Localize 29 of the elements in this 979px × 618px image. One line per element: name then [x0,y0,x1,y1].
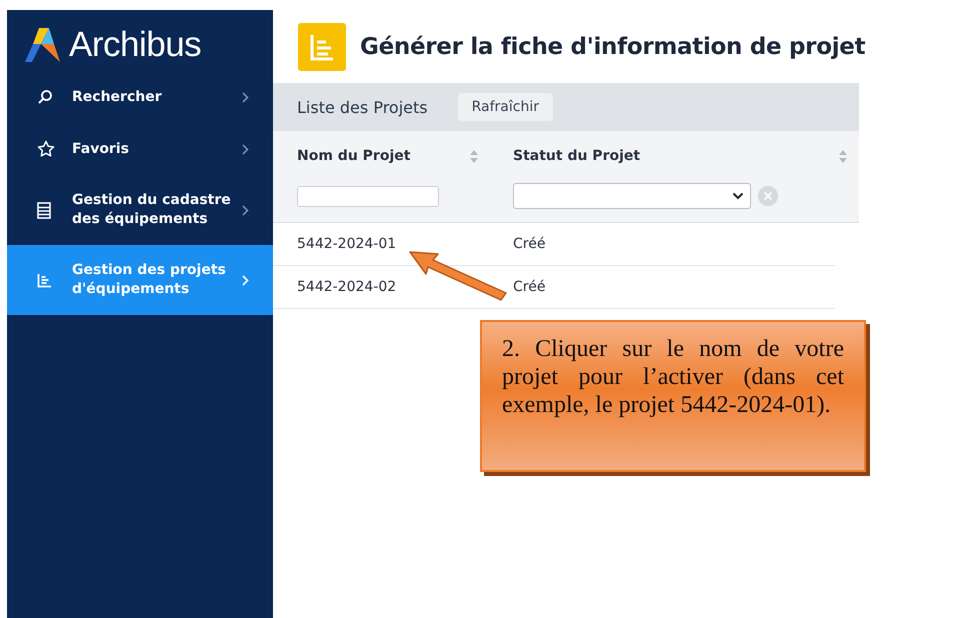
project-name-link[interactable]: 5442-2024-01 [297,236,513,252]
chevron-icon [242,144,249,154]
star-icon [37,140,55,158]
page-title: Générer la fiche d'information de projet [360,34,866,60]
cabinet-icon [37,202,51,218]
panel-title: Liste des Projets [297,98,428,116]
logo-icon [25,26,63,64]
refresh-button[interactable]: Rafraîchir [458,93,553,121]
sidebar-item[interactable]: Rechercher [7,71,273,123]
sidebar-item[interactable]: Gestion du cadastre des équipements [7,175,273,245]
column-header: Nom du Projet [297,148,410,164]
chart-icon [37,272,52,288]
filter-field[interactable] [297,186,439,206]
chevron-icon [242,274,249,286]
column-header: Statut du Projet [513,148,640,164]
sort-icon[interactable] [469,148,479,164]
caret-icon [732,192,744,200]
project-name-link[interactable]: 5442-2024-02 [297,279,513,295]
chevron-icon [242,92,249,102]
filter-dropdown[interactable] [513,183,751,209]
report-icon [298,22,346,70]
sidebar-item[interactable]: Favoris [7,123,273,175]
clear-icon[interactable] [758,186,778,206]
table-cell: Créé [513,279,546,295]
app-logo-text: Archibus [69,25,202,65]
table-cell: Créé [513,236,546,252]
chevron-icon [242,204,249,216]
sort-icon[interactable] [838,148,848,164]
search-icon [37,89,53,105]
